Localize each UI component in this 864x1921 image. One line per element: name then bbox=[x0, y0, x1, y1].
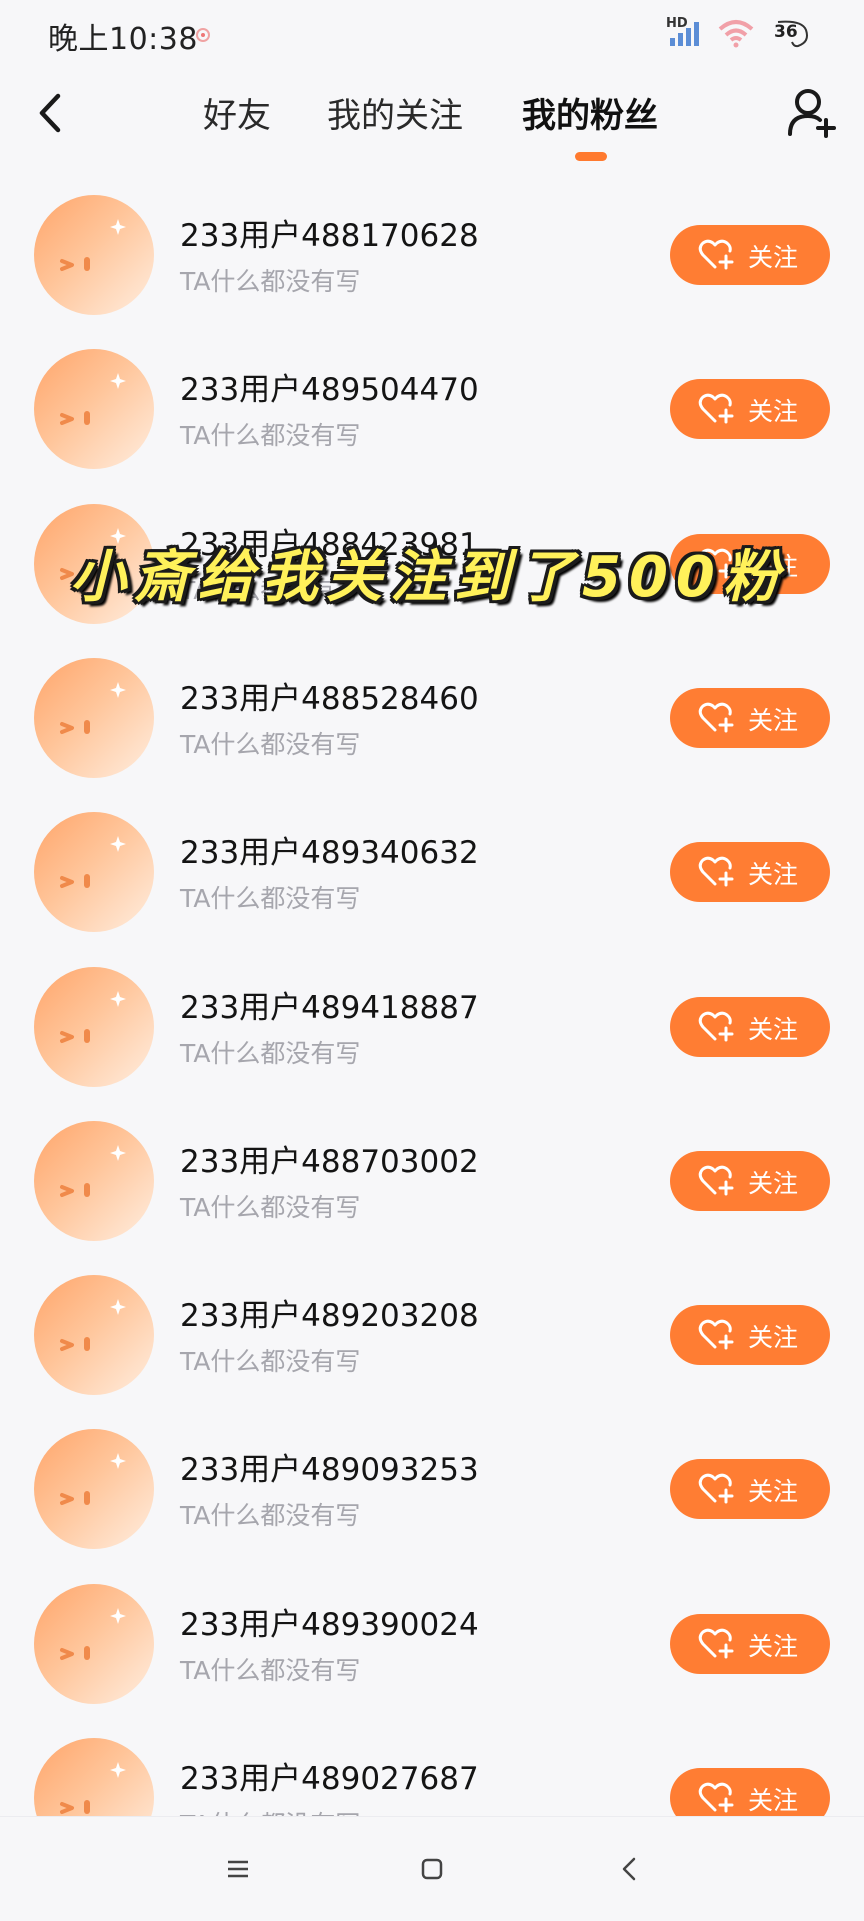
fan-username: 233用户489203208 bbox=[180, 1298, 479, 1335]
fan-list-item[interactable]: 233用户489027687 TA什么都没有写 关注 bbox=[0, 1721, 864, 1816]
fan-username: 233用户489093253 bbox=[180, 1452, 479, 1489]
follow-button[interactable]: 关注 bbox=[670, 687, 830, 748]
follow-button-label: 关注 bbox=[748, 1786, 799, 1815]
back-button[interactable] bbox=[30, 86, 74, 140]
fan-list-item[interactable]: 233用户489203208 TA什么都没有写 关注 bbox=[0, 1258, 864, 1412]
fan-bio: TA什么都没有写 bbox=[180, 884, 361, 914]
fan-username: 233用户489027687 bbox=[180, 1761, 479, 1797]
battery-level: 36 bbox=[774, 22, 798, 42]
status-bar: 晚上10:38 HD 36 bbox=[0, 0, 864, 68]
fan-list-item[interactable]: 233用户489340632 TA什么都没有写 关注 bbox=[0, 795, 864, 949]
signal-strength-icon bbox=[670, 22, 699, 46]
follow-button[interactable]: 关注 bbox=[670, 996, 830, 1057]
follow-button-label: 关注 bbox=[748, 243, 799, 272]
follow-button[interactable]: 关注 bbox=[670, 1613, 830, 1674]
avatar[interactable] bbox=[34, 1429, 154, 1550]
tab-following[interactable]: 我的关注 bbox=[327, 88, 463, 137]
menu-icon[interactable] bbox=[222, 1853, 254, 1885]
status-time: 晚上10:38 bbox=[48, 22, 198, 57]
fan-bio: TA什么都没有写 bbox=[180, 1805, 360, 1816]
follow-button[interactable]: 关注 bbox=[670, 1150, 830, 1211]
follow-button-label: 关注 bbox=[748, 1323, 799, 1353]
wifi-icon bbox=[718, 20, 754, 48]
follow-button[interactable]: 关注 bbox=[670, 1305, 830, 1366]
tab-fans[interactable]: 我的粉丝 bbox=[522, 88, 658, 137]
follow-button-label: 关注 bbox=[748, 1168, 799, 1198]
add-user-button[interactable] bbox=[786, 84, 838, 140]
fan-bio: TA什么都没有写 bbox=[180, 267, 361, 296]
follow-button[interactable]: 关注 bbox=[670, 225, 830, 285]
fans-list: 233用户488170628 TA什么都没有写 关注 233用户489504470 TA… bbox=[0, 178, 864, 1816]
follow-button[interactable]: 关注 bbox=[670, 379, 830, 440]
follow-button[interactable]: 关注 bbox=[670, 1459, 830, 1520]
avatar[interactable] bbox=[34, 1275, 154, 1396]
fan-username: 233用户489418887 bbox=[180, 989, 479, 1026]
avatar[interactable] bbox=[34, 657, 154, 778]
fan-list-item[interactable]: 233用户488703002 TA什么都没有写 关注 bbox=[0, 1104, 864, 1258]
fan-username: 233用户488170628 bbox=[180, 218, 479, 254]
fan-username: 233用户489390024 bbox=[180, 1606, 479, 1643]
follow-button-label: 关注 bbox=[748, 705, 799, 735]
follow-button[interactable]: 关注 bbox=[670, 842, 830, 903]
fan-list-item[interactable]: 233用户489093253 TA什么都没有写 关注 bbox=[0, 1412, 864, 1566]
fan-bio: TA什么都没有写 bbox=[180, 421, 361, 451]
system-nav-bar bbox=[0, 1816, 864, 1921]
home-square-icon[interactable] bbox=[416, 1853, 448, 1885]
back-triangle-icon[interactable] bbox=[614, 1853, 646, 1885]
fan-username: 233用户489340632 bbox=[180, 835, 479, 872]
active-tab-indicator bbox=[575, 152, 607, 161]
fan-bio: TA什么都没有写 bbox=[180, 1347, 361, 1377]
fan-list-item[interactable]: 233用户489504470 TA什么都没有写 关注 bbox=[0, 332, 864, 486]
avatar[interactable] bbox=[34, 349, 154, 470]
follow-button-label: 关注 bbox=[748, 397, 799, 427]
fan-bio: TA什么都没有写 bbox=[180, 1192, 361, 1222]
avatar[interactable] bbox=[34, 195, 154, 315]
top-nav: 好友 我的关注 我的粉丝 bbox=[0, 68, 864, 168]
avatar[interactable] bbox=[34, 812, 154, 933]
avatar[interactable] bbox=[34, 1583, 154, 1704]
tab-friends[interactable]: 好友 bbox=[203, 88, 271, 137]
fan-username: 233用户488703002 bbox=[180, 1143, 479, 1180]
fan-bio: TA什么都没有写 bbox=[180, 1655, 361, 1685]
fan-username: 233用户489504470 bbox=[180, 372, 479, 409]
fan-list-item[interactable]: 233用户489390024 TA什么都没有写 关注 bbox=[0, 1567, 864, 1721]
fan-bio: TA什么都没有写 bbox=[180, 1501, 361, 1531]
fan-list-item[interactable]: 233用户488528460 TA什么都没有写 关注 bbox=[0, 641, 864, 795]
follow-button-label: 关注 bbox=[748, 1631, 799, 1661]
video-caption-overlay: 小斎给我关注到了500粉 bbox=[70, 545, 787, 610]
follow-button-label: 关注 bbox=[748, 860, 799, 890]
follow-button[interactable]: 关注 bbox=[670, 1768, 830, 1816]
fan-list-item[interactable]: 233用户488170628 TA什么都没有写 关注 bbox=[0, 178, 864, 332]
avatar[interactable] bbox=[34, 1120, 154, 1241]
fan-list-item[interactable]: 233用户489418887 TA什么都没有写 关注 bbox=[0, 950, 864, 1104]
recording-indicator-icon bbox=[196, 28, 210, 42]
fan-bio: TA什么都没有写 bbox=[180, 1038, 361, 1068]
follow-button-label: 关注 bbox=[748, 1477, 799, 1507]
avatar[interactable] bbox=[34, 966, 154, 1087]
fan-username: 233用户488528460 bbox=[180, 680, 479, 717]
fan-bio: TA什么都没有写 bbox=[180, 729, 361, 759]
follow-button-label: 关注 bbox=[748, 1014, 799, 1044]
avatar[interactable] bbox=[34, 1738, 154, 1816]
